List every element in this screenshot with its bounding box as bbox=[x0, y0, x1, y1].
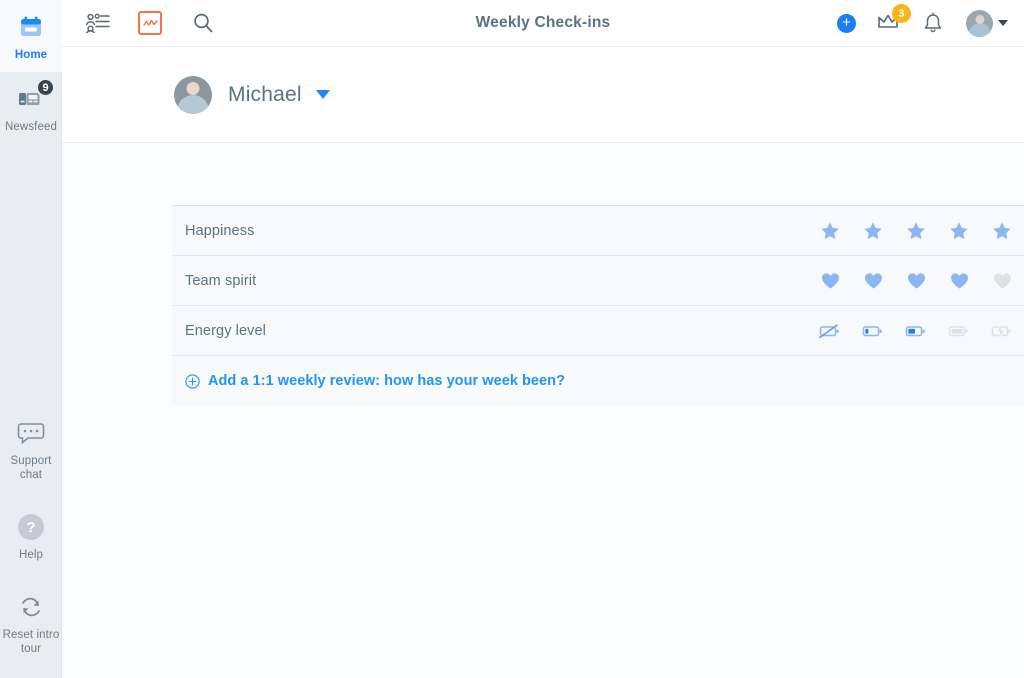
search-icon[interactable] bbox=[190, 10, 216, 36]
battery-medium-icon[interactable] bbox=[905, 320, 927, 342]
avatar bbox=[966, 10, 993, 37]
sidebar-item-support-chat[interactable]: Support chat bbox=[0, 402, 62, 496]
battery-low-icon[interactable] bbox=[862, 320, 884, 342]
newspaper-icon: 9 bbox=[16, 84, 46, 114]
heart-icon[interactable] bbox=[905, 270, 927, 292]
star-icon[interactable] bbox=[991, 220, 1013, 242]
sidebar-item-home[interactable]: Home bbox=[0, 0, 62, 72]
top-bar-left-icons bbox=[84, 10, 216, 36]
table-row: Team spirit bbox=[172, 256, 1024, 306]
sidebar-item-label-support-chat: Support chat bbox=[11, 454, 52, 482]
sidebar-item-label-help: Help bbox=[19, 548, 43, 562]
heart-icon[interactable] bbox=[862, 270, 884, 292]
user-name: Michael bbox=[228, 83, 302, 107]
sidebar-item-label-home: Home bbox=[15, 48, 47, 62]
rating-happiness bbox=[819, 220, 1013, 242]
table-row: Happiness bbox=[172, 206, 1024, 256]
sidebar-item-reset-intro-tour[interactable]: Reset intro tour bbox=[0, 576, 62, 670]
question-mark-icon: ? bbox=[16, 512, 46, 542]
chat-bubble-icon bbox=[16, 418, 46, 448]
star-icon[interactable] bbox=[862, 220, 884, 242]
table-row: Energy level bbox=[172, 306, 1024, 356]
calendar-icon bbox=[16, 12, 46, 42]
row-label-energy-level: Energy level bbox=[185, 323, 266, 339]
add-review-row: Add a 1:1 weekly review: how has your we… bbox=[172, 356, 1024, 406]
heart-icon[interactable] bbox=[819, 270, 841, 292]
user-avatar bbox=[174, 76, 212, 114]
battery-off-icon[interactable] bbox=[819, 320, 841, 342]
add-weekly-review-label: Add a 1:1 weekly review: how has your we… bbox=[208, 373, 565, 389]
bell-icon[interactable] bbox=[920, 10, 946, 36]
rating-team-spirit bbox=[819, 270, 1013, 292]
newsfeed-badge: 9 bbox=[36, 78, 55, 97]
checkins-card: Happiness bbox=[172, 205, 1024, 406]
sidebar-bottom-group: Support chat ? Help bbox=[0, 402, 61, 678]
app-root: Home 9 Newsfeed bbox=[0, 0, 1024, 678]
heart-icon[interactable] bbox=[991, 270, 1013, 292]
top-bar: Weekly Check-ins + 3 bbox=[62, 0, 1024, 47]
user-header: Michael bbox=[62, 47, 1024, 143]
plus-circle-icon bbox=[185, 374, 200, 389]
battery-charging-icon[interactable] bbox=[991, 320, 1013, 342]
row-label-team-spirit: Team spirit bbox=[185, 273, 256, 289]
sidebar-item-newsfeed[interactable]: 9 Newsfeed bbox=[0, 72, 62, 144]
sidebar-item-label-reset-intro-tour: Reset intro tour bbox=[3, 628, 60, 656]
user-menu[interactable] bbox=[966, 10, 1008, 37]
content-area: Happiness bbox=[62, 143, 1024, 678]
analytics-chart-icon[interactable] bbox=[138, 11, 162, 35]
star-icon[interactable] bbox=[905, 220, 927, 242]
add-weekly-review-button[interactable]: Add a 1:1 weekly review: how has your we… bbox=[185, 373, 565, 389]
people-list-icon[interactable] bbox=[84, 10, 110, 36]
row-label-happiness: Happiness bbox=[185, 223, 254, 239]
sidebar-item-help[interactable]: ? Help bbox=[0, 496, 62, 576]
left-sidebar: Home 9 Newsfeed bbox=[0, 0, 62, 678]
add-icon-glyph: + bbox=[842, 15, 851, 30]
chevron-down-icon[interactable] bbox=[998, 20, 1008, 26]
refresh-icon bbox=[16, 592, 46, 622]
star-icon[interactable] bbox=[819, 220, 841, 242]
add-icon[interactable]: + bbox=[837, 14, 856, 33]
sidebar-item-label-newsfeed: Newsfeed bbox=[5, 120, 57, 134]
main-area: Weekly Check-ins + 3 bbox=[62, 0, 1024, 678]
top-bar-right-icons: + 3 bbox=[837, 10, 1008, 37]
crown-icon[interactable]: 3 bbox=[876, 11, 900, 35]
heart-icon[interactable] bbox=[948, 270, 970, 292]
star-icon[interactable] bbox=[948, 220, 970, 242]
crown-badge: 3 bbox=[892, 4, 911, 23]
rating-energy-level bbox=[819, 320, 1013, 342]
user-dropdown-chevron-icon[interactable] bbox=[316, 90, 330, 99]
battery-full-icon[interactable] bbox=[948, 320, 970, 342]
